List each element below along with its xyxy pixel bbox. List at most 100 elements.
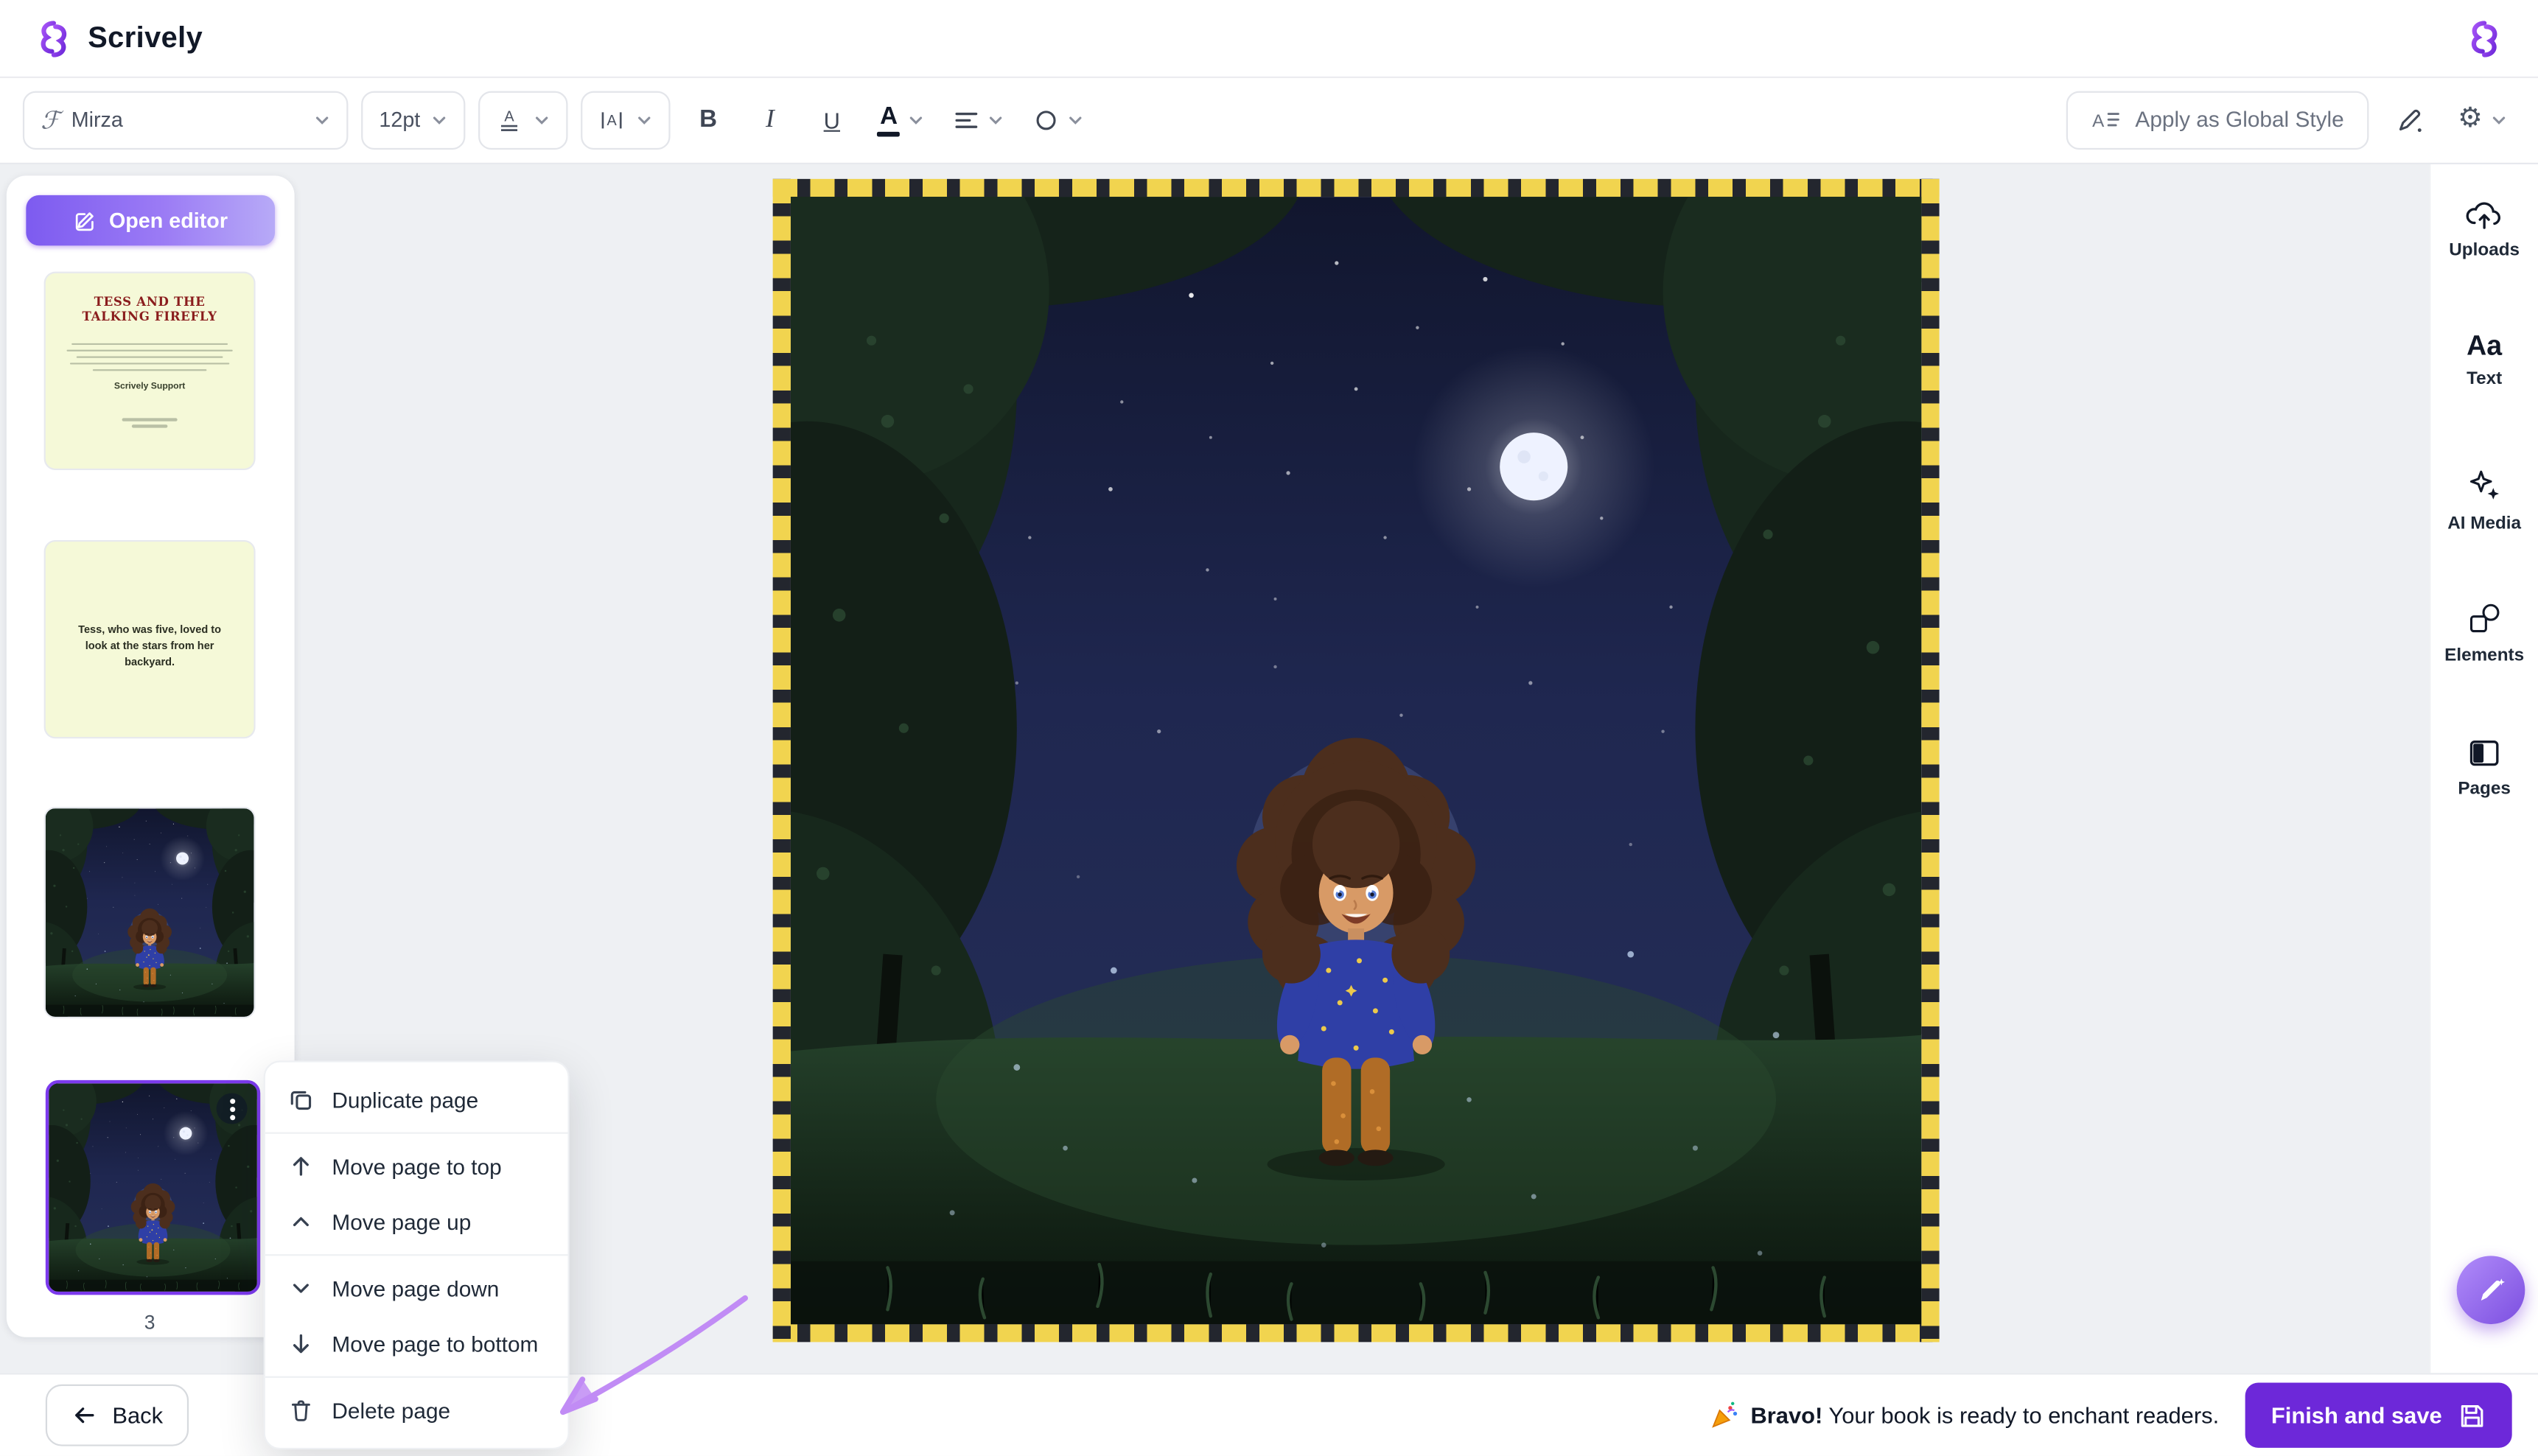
page-thumbnail-2[interactable] (46, 808, 254, 1017)
line-height-select[interactable]: A (479, 91, 568, 149)
scrively-logo-icon (32, 17, 74, 59)
settings-button[interactable]: ⚙ (2450, 92, 2515, 147)
save-icon (2458, 1401, 2486, 1429)
trash-icon (288, 1397, 314, 1423)
tool-uploads[interactable]: Uploads (2430, 198, 2538, 260)
kebab-menu-icon (228, 1097, 235, 1120)
font-family-value: Mirza (71, 108, 123, 132)
menu-item-duplicate-page[interactable]: Duplicate page (265, 1072, 568, 1127)
global-style-icon: A (2091, 107, 2121, 133)
page-thumbnail-3-selected[interactable] (46, 1080, 260, 1295)
align-lines-icon (954, 107, 979, 133)
tool-pages[interactable]: Pages (2430, 737, 2538, 799)
brand: Scrively (32, 17, 203, 59)
chevron-down-icon (288, 1275, 314, 1301)
gear-icon: ⚙ (2458, 106, 2483, 134)
app-name: Scrively (88, 21, 203, 55)
page-illustration (791, 197, 1921, 1324)
svg-text:A: A (607, 112, 618, 128)
tools-sidebar: Uploads Aa Text AI Media Elements Pages (2429, 163, 2538, 1375)
chevron-up-icon (288, 1208, 314, 1234)
status-message: Bravo! Your book is ready to enchant rea… (1710, 1401, 2219, 1430)
pages-sidebar: Open editor TESS AND THE TALKING FIREFLY… (7, 175, 295, 1337)
chevron-down-icon (432, 111, 448, 127)
text-color-icon: A (878, 103, 901, 136)
menu-item-move-page-down[interactable]: Move page down (265, 1261, 568, 1316)
shapes-icon (2467, 601, 2503, 637)
svg-text:A: A (505, 108, 515, 124)
underline-button[interactable]: U (808, 92, 856, 147)
sparkles-icon (2467, 469, 2503, 505)
italic-button[interactable]: I (746, 92, 794, 147)
page-options-button[interactable] (217, 1093, 248, 1124)
chevron-down-icon (534, 111, 550, 127)
arrow-left-icon (71, 1402, 97, 1428)
page-context-menu: Duplicate page Move page to top Move pag… (264, 1060, 570, 1449)
tool-ai-media[interactable]: AI Media (2430, 469, 2538, 533)
font-size-select[interactable]: 12pt (361, 91, 466, 149)
page-thumbnail-1[interactable]: Tess, who was five, loved to look at the… (46, 542, 254, 737)
font-style-icon: ℱ (41, 105, 60, 134)
font-size-value: 12pt (379, 108, 420, 132)
menu-item-move-page-to-top[interactable]: Move page to top (265, 1138, 568, 1194)
shape-style-button[interactable] (1026, 92, 1093, 147)
magic-edit-button[interactable] (2457, 1256, 2525, 1324)
open-editor-label: Open editor (109, 209, 228, 233)
chevron-down-icon (2491, 111, 2507, 127)
arrow-down-icon (288, 1331, 314, 1357)
chevron-down-icon (1068, 111, 1084, 127)
cloud-upload-icon (2465, 198, 2504, 231)
circle-icon (1034, 107, 1060, 133)
book-page-canvas[interactable] (773, 179, 1940, 1343)
text-icon: Aa (2467, 332, 2502, 360)
party-popper-emoji (1710, 1401, 1739, 1430)
finish-and-save-button[interactable]: Finish and save (2245, 1383, 2512, 1448)
letter-spacing-select[interactable]: A (581, 91, 671, 149)
chevron-down-icon (909, 111, 925, 127)
apply-global-style-button[interactable]: A Apply as Global Style (2067, 91, 2369, 149)
text-align-button[interactable] (945, 92, 1013, 147)
letter-spacing-icon: A (599, 107, 625, 133)
text-color-button[interactable]: A (870, 92, 933, 147)
page-2-image (46, 808, 254, 1017)
checker-border-bottom (773, 1324, 1940, 1342)
open-editor-button[interactable]: Open editor (26, 195, 275, 245)
menu-item-move-page-up[interactable]: Move page up (265, 1194, 568, 1249)
pages-icon (2467, 737, 2503, 769)
tool-text[interactable]: Aa Text (2430, 332, 2538, 388)
letter-lines-icon: A (497, 107, 522, 133)
checker-border-left (773, 179, 791, 1343)
status-bold: Bravo! (1750, 1402, 1822, 1428)
support-text: Scrively Support (46, 383, 254, 393)
copy-icon (288, 1087, 314, 1113)
page-thumbnail-title[interactable]: TESS AND THE TALKING FIREFLY Scrively Su… (46, 273, 254, 469)
apply-global-style-label: Apply as Global Style (2135, 108, 2343, 132)
font-family-select[interactable]: ℱ Mirza (23, 91, 349, 149)
ink-brush-button[interactable] (2385, 92, 2433, 147)
page-caption: 3 (46, 1311, 254, 1334)
checker-border-top (773, 179, 1940, 197)
book-title-text: TESS AND THE TALKING FIREFLY (46, 295, 254, 324)
title-paragraph-lines (65, 343, 234, 371)
chevron-down-icon (314, 111, 330, 127)
bold-button[interactable]: B (684, 92, 733, 147)
menu-item-move-page-to-bottom[interactable]: Move page to bottom (265, 1316, 568, 1371)
back-button[interactable]: Back (46, 1385, 189, 1446)
checker-border-right (1921, 179, 1939, 1343)
menu-item-delete-page[interactable]: Delete page (265, 1383, 568, 1438)
arrow-up-icon (288, 1153, 314, 1179)
formatting-toolbar: ℱ Mirza 12pt A A B I U (0, 77, 2538, 164)
top-bar: Scrively (0, 0, 2538, 78)
menu-divider (265, 1133, 568, 1134)
scrively-mark-icon (2463, 17, 2505, 59)
chevron-down-icon (988, 111, 1004, 127)
menu-divider (265, 1376, 568, 1378)
pen-icon (2394, 105, 2424, 134)
magic-pen-icon (2475, 1274, 2507, 1306)
tool-elements[interactable]: Elements (2430, 601, 2538, 665)
svg-text:A: A (2093, 111, 2105, 130)
pencil-square-icon (73, 209, 96, 232)
scrively-editor: Scrively ℱ Mirza 12pt A A (0, 0, 2538, 1456)
menu-divider (265, 1254, 568, 1256)
page-1-text: Tess, who was five, loved to look at the… (46, 542, 254, 673)
